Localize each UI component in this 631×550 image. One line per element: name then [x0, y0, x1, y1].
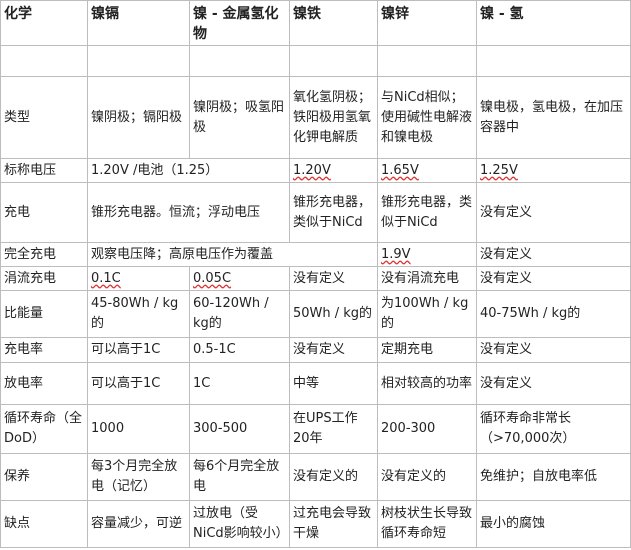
cell-nife: 没有定义 [289, 266, 378, 291]
cell-nizn: 200-300 [377, 404, 477, 454]
cell-nimh: 0.05C [189, 266, 290, 291]
cell-nimh: 0.5-1C [189, 337, 290, 363]
cell-nimh: 镍阴极；吸氢阳极 [189, 76, 290, 159]
row-label: 充电率 [0, 337, 88, 363]
cell-nife: 50Wh / kg的 [289, 290, 378, 338]
cell-nicd: 容量减少，可逆 [87, 500, 190, 548]
cell-nimh: 60-120Wh / kg的 [189, 290, 290, 338]
table-row-full-charge: 完全充电 观察电压降；高原电压作为覆盖 1.9V 没有定义 [0, 242, 631, 267]
row-label: 类型 [0, 76, 88, 159]
table-row-nominal-voltage: 标称电压 1.20V /电池（1.25） 1.20V 1.65V 1.25V [0, 158, 631, 183]
cell-nicd: 可以高于1C [87, 337, 190, 363]
header-nicd: 镍镉 [87, 0, 190, 46]
table-row-type: 类型 镍阴极；镉阳极 镍阴极；吸氢阳极 氧化氢阴极；铁阳极用氢氧化钾电解质 与N… [0, 76, 631, 159]
header-nizn: 镍锌 [377, 0, 477, 46]
cell-nife: 过充电会导致干燥 [289, 500, 378, 548]
row-label: 缺点 [0, 500, 88, 548]
cell-nicd-nimh: 锥形充电器。恒流；浮动电压 [87, 182, 290, 243]
table-row-discharge-rate: 放电率 可以高于1C 1C 中等 相对较高的功率 没有定义 [0, 362, 631, 405]
cell-nife: 在UPS工作20年 [289, 404, 378, 454]
cell-nih2: 40-75Wh / kg的 [476, 290, 631, 338]
table-row-trickle-charge: 涓流充电 0.1C 0.05C 没有定义 没有涓流充电 没有定义 [0, 266, 631, 291]
cell-nimh: 300-500 [189, 404, 290, 454]
empty-cell [289, 45, 378, 77]
cell-nicd: 45-80Wh / kg的 [87, 290, 190, 338]
table-row-drawbacks: 缺点 容量减少，可逆 过放电（受NiCd影响较小） 过充电会导致干燥 树枝状生长… [0, 500, 631, 548]
table-row-charge-rate: 充电率 可以高于1C 0.5-1C 没有定义 定期充电 没有定义 [0, 337, 631, 363]
row-label: 完全充电 [0, 242, 88, 267]
spacer-row [0, 45, 631, 77]
cell-nizn: 没有定义的 [377, 453, 477, 501]
row-label: 放电率 [0, 362, 88, 405]
cell-nih2: 免维护；自放电率低 [476, 453, 631, 501]
cell-nizn: 1.65V [377, 158, 477, 183]
cell-nife: 1.20V [289, 158, 378, 183]
cell-nicd-nimh-nife: 观察电压降；高原电压作为覆盖 [87, 242, 378, 267]
cell-nih2: 镍电极，氢电极，在加压容器中 [476, 76, 631, 159]
cell-nizn: 为100Wh / kg的 [377, 290, 477, 338]
cell-nizn: 没有涓流充电 [377, 266, 477, 291]
cell-nizn: 树枝状生长导致循环寿命短 [377, 500, 477, 548]
cell-nife: 锥形充电器，类似于NiCd [289, 182, 378, 243]
cell-nizn: 与NiCd相似；使用碱性电解液和镍电极 [377, 76, 477, 159]
cell-nih2: 没有定义 [476, 266, 631, 291]
cell-nih2: 没有定义 [476, 362, 631, 405]
table-row-specific-energy: 比能量 45-80Wh / kg的 60-120Wh / kg的 50Wh / … [0, 290, 631, 338]
empty-cell [0, 45, 88, 77]
row-label: 循环寿命（全DoD） [0, 404, 88, 454]
cell-nih2: 没有定义 [476, 337, 631, 363]
battery-comparison-table: 化学 镍镉 镍 - 金属氢化物 镍铁 镍锌 镍 - 氢 类型 镍阴极；镉阳极 镍… [0, 0, 631, 548]
row-label: 保养 [0, 453, 88, 501]
row-label: 标称电压 [0, 158, 88, 183]
row-label: 充电 [0, 182, 88, 243]
empty-cell [189, 45, 290, 77]
cell-nizn: 定期充电 [377, 337, 477, 363]
table-row-charge: 充电 锥形充电器。恒流；浮动电压 锥形充电器，类似于NiCd 锥形充电器，类似于… [0, 182, 631, 243]
row-label: 比能量 [0, 290, 88, 338]
cell-nih2: 没有定义 [476, 242, 631, 267]
cell-nimh: 1C [189, 362, 290, 405]
cell-nizn: 1.9V [377, 242, 477, 267]
cell-nicd: 可以高于1C [87, 362, 190, 405]
header-nih2: 镍 - 氢 [476, 0, 631, 46]
cell-nih2: 最小的腐蚀 [476, 500, 631, 548]
cell-nih2: 没有定义 [476, 182, 631, 243]
cell-nicd: 0.1C [87, 266, 190, 291]
header-nife: 镍铁 [289, 0, 378, 46]
cell-nimh: 每6个月完全放电 [189, 453, 290, 501]
cell-nife: 没有定义的 [289, 453, 378, 501]
cell-nife: 中等 [289, 362, 378, 405]
cell-nicd-nimh: 1.20V /电池（1.25） [87, 158, 290, 183]
header-nimh: 镍 - 金属氢化物 [189, 0, 290, 46]
table-row-maintenance: 保养 每3个月完全放电（记忆） 每6个月完全放电 没有定义的 没有定义的 免维护… [0, 453, 631, 501]
row-label: 涓流充电 [0, 266, 88, 291]
cell-nife: 氧化氢阴极；铁阳极用氢氧化钾电解质 [289, 76, 378, 159]
cell-nih2: 循环寿命非常长（>70,000次） [476, 404, 631, 454]
cell-nicd: 1000 [87, 404, 190, 454]
table-row-cycle-life: 循环寿命（全DoD） 1000 300-500 在UPS工作20年 200-30… [0, 404, 631, 454]
empty-cell [377, 45, 477, 77]
cell-nih2: 1.25V [476, 158, 631, 183]
header-chemistry: 化学 [0, 0, 88, 46]
header-row: 化学 镍镉 镍 - 金属氢化物 镍铁 镍锌 镍 - 氢 [0, 0, 631, 46]
empty-cell [476, 45, 631, 77]
cell-nizn: 相对较高的功率 [377, 362, 477, 405]
cell-nicd: 每3个月完全放电（记忆） [87, 453, 190, 501]
empty-cell [87, 45, 190, 77]
cell-nife: 没有定义 [289, 337, 378, 363]
cell-nimh: 过放电（受NiCd影响较小） [189, 500, 290, 548]
cell-nicd: 镍阴极；镉阳极 [87, 76, 190, 159]
cell-nizn: 锥形充电器，类似于NiCd [377, 182, 477, 243]
